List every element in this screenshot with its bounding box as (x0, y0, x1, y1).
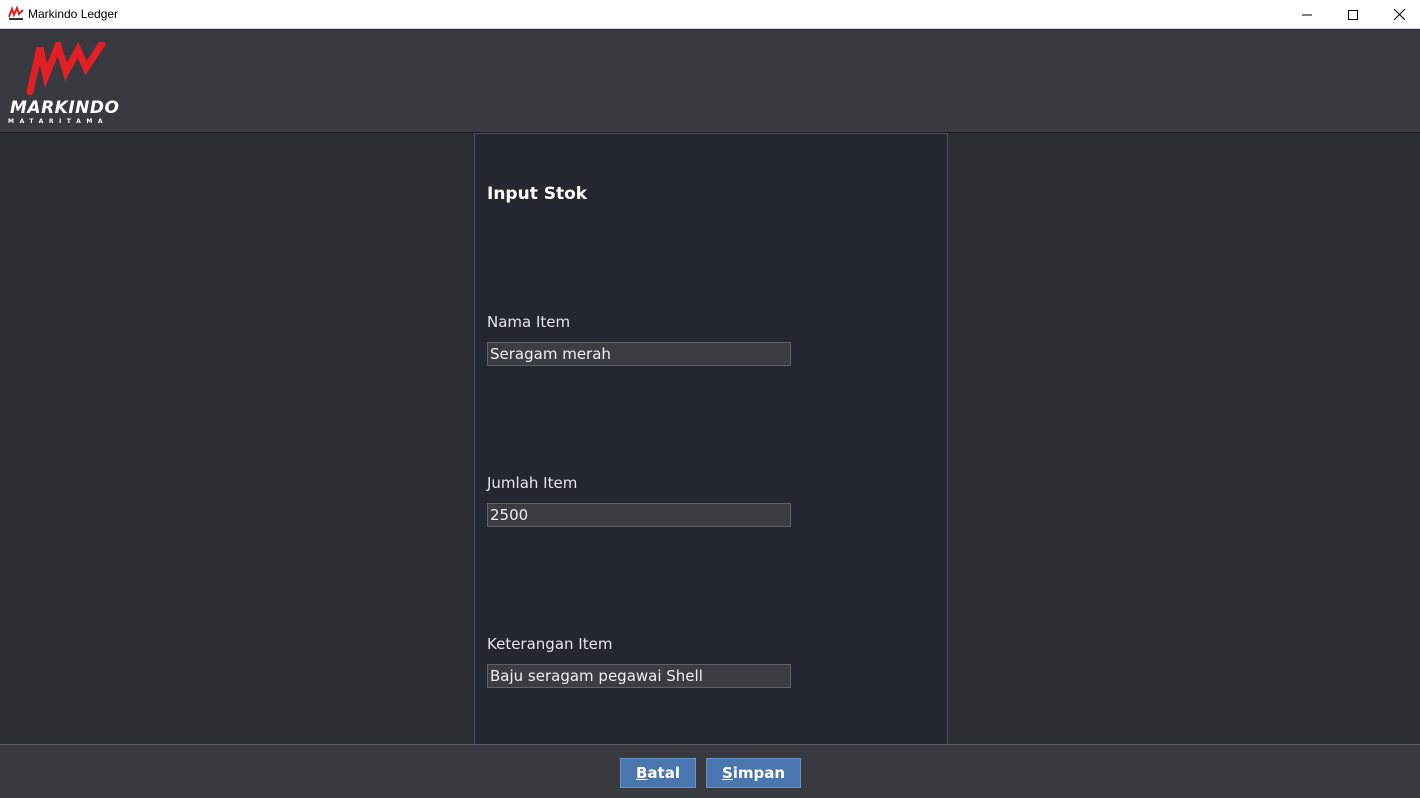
page-title: Input Stok (487, 184, 588, 204)
app-header: MARKINDO MATARITAMA (0, 30, 1420, 133)
window-title: Markindo Ledger (28, 7, 119, 21)
logo-brand-text: MARKINDO (10, 98, 120, 118)
content-area: Input Stok Nama Item Jumlah Item Keteran… (0, 133, 1420, 744)
close-button[interactable] (1376, 0, 1420, 29)
batal-mnemonic: B (636, 764, 648, 782)
maximize-button[interactable] (1330, 0, 1376, 29)
minimize-button[interactable] (1284, 0, 1330, 29)
markindo-logo-icon (26, 42, 106, 96)
jumlah-item-input[interactable] (487, 503, 791, 527)
app-logo-icon (8, 6, 24, 20)
minimize-icon (1302, 14, 1312, 15)
input-stok-panel: Input Stok Nama Item Jumlah Item Keteran… (474, 133, 948, 744)
logo-sub-text: MATARITAMA (8, 118, 109, 125)
company-logo: MARKINDO MATARITAMA (6, 42, 130, 126)
simpan-button[interactable]: Simpan (706, 758, 801, 788)
title-bar: Markindo Ledger (0, 0, 1420, 29)
footer-bar: Batal Simpan (0, 744, 1420, 798)
maximize-icon (1348, 9, 1358, 20)
keterangan-item-label: Keterangan Item (487, 635, 613, 653)
simpan-label: impan (732, 764, 786, 782)
simpan-mnemonic: S (721, 764, 733, 782)
keterangan-item-input[interactable] (487, 664, 791, 688)
nama-item-input[interactable] (487, 342, 791, 366)
nama-item-label: Nama Item (487, 313, 571, 331)
batal-label: atal (647, 764, 680, 782)
jumlah-item-label: Jumlah Item (487, 474, 578, 492)
batal-button[interactable]: Batal (620, 758, 696, 788)
close-icon (1393, 9, 1405, 20)
